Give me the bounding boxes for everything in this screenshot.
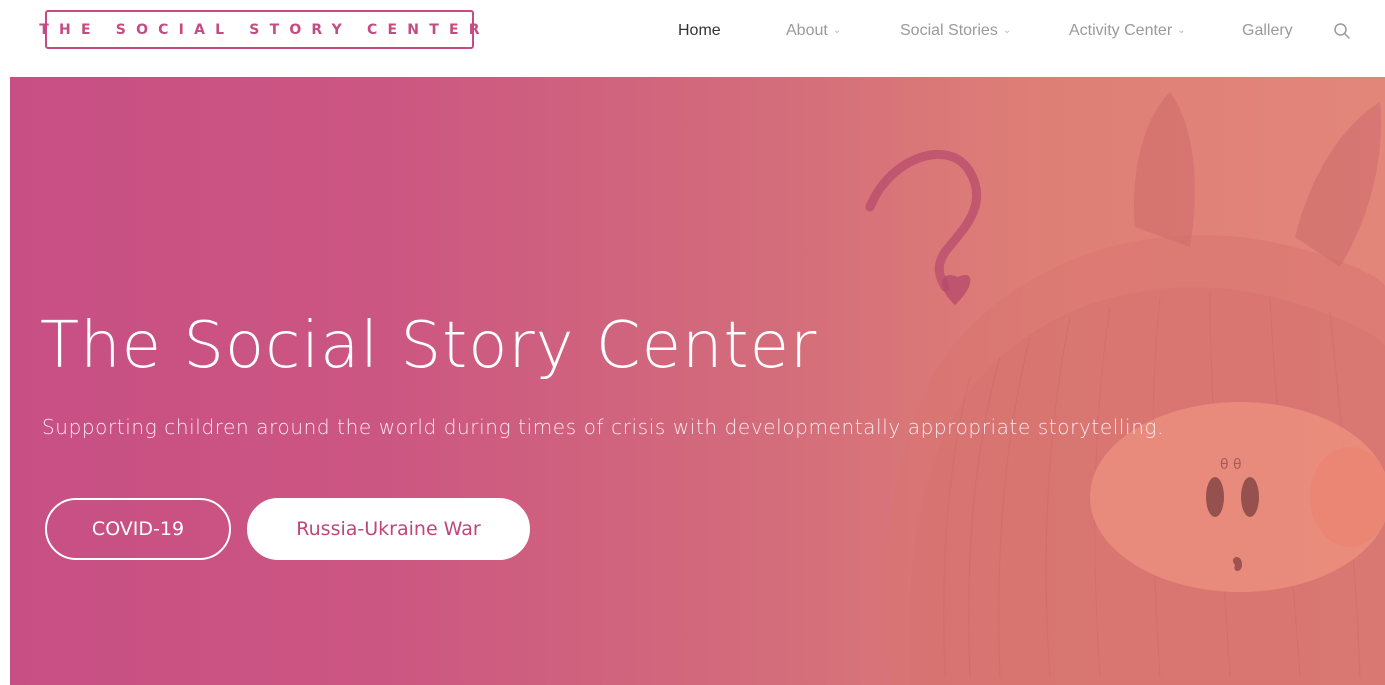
hero-title: The Social Story Center <box>40 309 818 383</box>
hero-subtitle: Supporting children around the world dur… <box>42 415 1165 439</box>
search-icon[interactable] <box>1333 22 1351 40</box>
nav-item-activity-center[interactable]: Activity Center ⌄ <box>1069 19 1186 43</box>
hero-banner: θ θ The Social Story Center Supporting c… <box>10 77 1385 685</box>
nav-item-label: Gallery <box>1242 22 1293 39</box>
chevron-down-icon: ⌄ <box>1177 25 1186 36</box>
site-header: THE SOCIAL STORY CENTER Home About ⌄ Soci… <box>0 0 1385 77</box>
nav-item-gallery[interactable]: Gallery <box>1242 19 1293 43</box>
chevron-down-icon: ⌄ <box>832 25 842 36</box>
svg-text:θ θ: θ θ <box>1220 457 1242 473</box>
nav-item-social-stories[interactable]: Social Stories ⌄ <box>900 19 1011 43</box>
chevron-down-icon: ⌄ <box>1002 25 1012 36</box>
russia-ukraine-war-button[interactable]: Russia-Ukraine War <box>247 498 530 560</box>
nav-item-label: Social Stories <box>900 22 998 39</box>
button-label: Russia-Ukraine War <box>296 518 481 540</box>
nav-item-label: Activity Center <box>1069 22 1173 39</box>
nav-item-label: About <box>786 22 828 39</box>
nav-item-about[interactable]: About ⌄ <box>786 19 841 43</box>
button-label: COVID-19 <box>91 518 185 540</box>
nav-item-home[interactable]: Home <box>678 19 721 43</box>
nav-item-label: Home <box>678 22 721 39</box>
main-nav: Home About ⌄ Social Stories ⌄ Activity Cen… <box>0 19 1385 43</box>
covid-19-button[interactable]: COVID-19 <box>45 498 231 560</box>
